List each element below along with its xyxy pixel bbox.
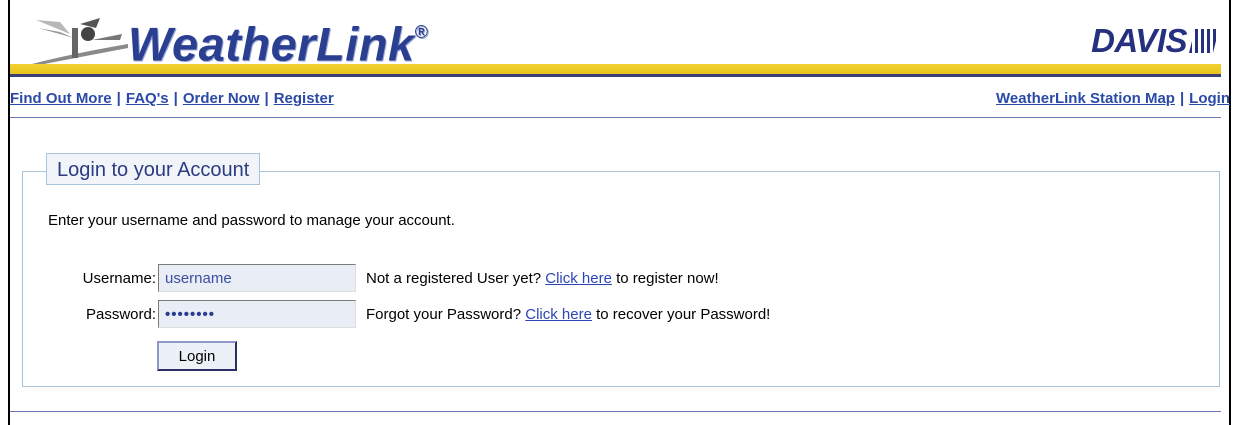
username-label: Username:: [82, 269, 156, 287]
logo-text: WeatherLink: [128, 17, 415, 71]
nav-register[interactable]: Register: [274, 90, 334, 107]
recover-hint-suffix: to recover your Password!: [596, 305, 771, 323]
nav-separator: |: [173, 90, 178, 107]
nav-separator: |: [116, 90, 121, 107]
username-input[interactable]: [158, 264, 356, 292]
nav-separator: |: [264, 90, 269, 107]
weather-station-icon: [32, 18, 128, 66]
password-row: Password: Forgot your Password? Click he…: [48, 300, 770, 328]
register-hint-text: Not a registered User yet?: [366, 269, 542, 287]
password-input[interactable]: [158, 300, 356, 328]
recover-hint: Forgot your Password? Click here to reco…: [366, 306, 770, 323]
nav-station-map[interactable]: WeatherLink Station Map: [996, 90, 1175, 107]
registered-mark: ®: [414, 22, 429, 42]
primary-nav: Find Out More | FAQ's | Order Now | Register: [10, 90, 334, 107]
secondary-nav: WeatherLink Station Map | Login: [996, 90, 1230, 107]
header-gold-bar: [10, 64, 1221, 77]
register-hint: Not a registered User yet? Click here to…: [366, 270, 719, 287]
nav-divider: [10, 117, 1221, 118]
nav-login[interactable]: Login: [1189, 90, 1230, 107]
recover-password-link[interactable]: Click here: [525, 306, 592, 323]
register-link[interactable]: Click here: [545, 270, 612, 287]
nav-find-out-more[interactable]: Find Out More: [10, 90, 112, 107]
username-row: Username: Not a registered User yet? Cli…: [48, 264, 719, 292]
nav-separator: |: [1179, 90, 1185, 107]
password-label: Password:: [85, 305, 156, 323]
login-panel-title: Login to your Account: [46, 153, 261, 185]
register-hint-suffix: to register now!: [616, 269, 719, 287]
login-button[interactable]: Login: [157, 341, 237, 371]
davis-logo-text: DAVIS: [1091, 22, 1187, 59]
davis-logo[interactable]: DAVIS: [1091, 22, 1219, 60]
footer-divider: [10, 411, 1221, 412]
login-instructions: Enter your username and password to mana…: [48, 212, 455, 229]
nav-order-now[interactable]: Order Now: [183, 90, 260, 107]
nav-faqs[interactable]: FAQ's: [126, 90, 169, 107]
davis-stripes-icon: [1189, 29, 1219, 53]
recover-hint-text: Forgot your Password?: [366, 305, 522, 323]
